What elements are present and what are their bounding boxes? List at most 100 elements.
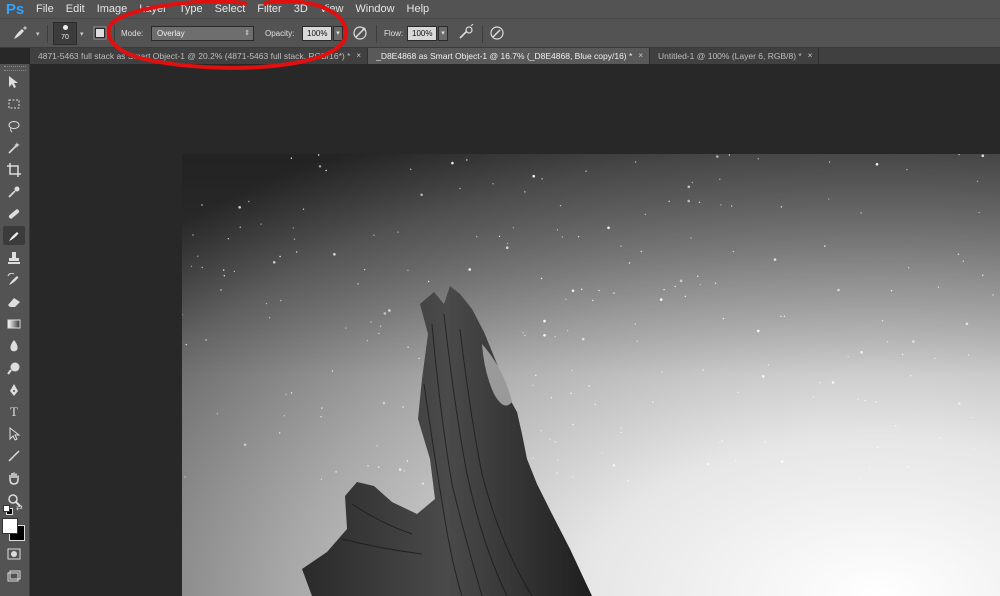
flow-field[interactable]: 100% [407, 26, 437, 41]
menu-window[interactable]: Window [349, 0, 400, 18]
tool-preset-chevron-icon[interactable]: ▾ [36, 26, 40, 44]
star [407, 269, 409, 272]
canvas-area[interactable] [30, 64, 1000, 596]
airbrush-icon[interactable] [456, 23, 476, 43]
star [886, 341, 889, 343]
type-tool-icon[interactable]: T [3, 402, 25, 421]
document-tab[interactable]: Untitled-1 @ 100% (Layer 6, RGB/8) * × [649, 48, 820, 64]
history-brush-icon[interactable] [3, 270, 25, 289]
line-tool-icon[interactable] [3, 446, 25, 465]
screen-mode-icon[interactable] [3, 567, 25, 586]
menu-view[interactable]: View [314, 0, 350, 18]
star [378, 332, 380, 335]
close-icon[interactable]: × [808, 48, 813, 64]
menu-select[interactable]: Select [209, 0, 252, 18]
star [728, 154, 731, 156]
blur-tool-icon[interactable] [3, 336, 25, 355]
default-colors-icon[interactable] [3, 505, 13, 515]
path-selection-icon[interactable] [3, 424, 25, 443]
star [767, 364, 770, 366]
menu-layer[interactable]: Layer [133, 0, 173, 18]
gradient-tool-icon[interactable] [3, 314, 25, 333]
flow-slider-chevron-icon[interactable]: ▾ [438, 26, 448, 41]
star [233, 270, 236, 273]
document-tab[interactable]: 4871-5463 full stack as Smart Object-1 @… [30, 48, 369, 64]
star [571, 369, 573, 372]
menu-3d[interactable]: 3D [288, 0, 314, 18]
swap-colors-icon[interactable]: ⇄ [16, 503, 23, 512]
star [909, 375, 912, 377]
star [875, 163, 879, 166]
menu-image[interactable]: Image [91, 0, 134, 18]
star [418, 357, 420, 360]
move-tool-icon[interactable] [3, 72, 25, 91]
star [714, 282, 717, 284]
star [828, 161, 831, 163]
star [687, 199, 690, 203]
star [550, 397, 552, 399]
star [939, 437, 941, 439]
panel-grip[interactable] [4, 66, 26, 71]
star [981, 154, 985, 157]
flow-label: Flow: [384, 29, 404, 38]
tab-label: Untitled-1 @ 100% (Layer 6, RGB/8) * [657, 51, 802, 61]
star [721, 440, 723, 442]
star [973, 448, 975, 450]
star [613, 292, 615, 294]
star [366, 339, 369, 342]
close-icon[interactable]: × [638, 48, 643, 64]
document-tab-bar: 4871-5463 full stack as Smart Object-1 @… [30, 48, 1000, 64]
star [780, 206, 783, 208]
menu-type[interactable]: Type [173, 0, 209, 18]
menu-edit[interactable]: Edit [60, 0, 91, 18]
star [901, 353, 904, 356]
star [402, 406, 404, 408]
magic-wand-icon[interactable] [3, 138, 25, 157]
menu-help[interactable]: Help [401, 0, 436, 18]
star [522, 332, 524, 334]
document-tab-active[interactable]: _D8E4868 as Smart Object-1 @ 16.7% (_D8E… [368, 48, 650, 64]
pressure-opacity-icon[interactable] [350, 23, 370, 43]
star [732, 250, 735, 253]
star [731, 205, 733, 207]
document-canvas[interactable] [182, 154, 1000, 596]
opacity-field[interactable]: 100% [302, 26, 332, 41]
star [577, 236, 580, 238]
lasso-tool-icon[interactable] [3, 116, 25, 135]
brush-panel-toggle-icon[interactable] [90, 23, 110, 43]
menu-filter[interactable]: Filter [251, 0, 287, 18]
pen-tool-icon[interactable] [3, 380, 25, 399]
eraser-icon[interactable] [3, 292, 25, 311]
dodge-tool-icon[interactable] [3, 358, 25, 377]
clone-stamp-icon[interactable] [3, 248, 25, 267]
close-icon[interactable]: × [356, 48, 361, 64]
star [644, 213, 647, 216]
star [565, 298, 567, 301]
star [702, 369, 704, 371]
star [239, 226, 241, 228]
brush-picker-chevron-icon[interactable]: ▾ [80, 26, 84, 44]
marquee-tool-icon[interactable] [3, 94, 25, 113]
star [466, 159, 468, 161]
brush-preset-icon[interactable] [10, 23, 30, 43]
brush-tool-icon[interactable] [3, 226, 25, 245]
opacity-slider-chevron-icon[interactable]: ▾ [333, 26, 343, 41]
star [367, 465, 369, 467]
star [912, 340, 915, 343]
pressure-size-icon[interactable] [487, 23, 507, 43]
menu-file[interactable]: File [30, 0, 60, 18]
mode-select[interactable]: Overlay ⇕ [151, 26, 254, 41]
crop-tool-icon[interactable] [3, 160, 25, 179]
hand-tool-icon[interactable] [3, 468, 25, 487]
brush-size-picker[interactable]: 70 [53, 22, 77, 45]
star [524, 334, 526, 337]
healing-brush-icon[interactable] [3, 204, 25, 223]
mode-value: Overlay [157, 29, 185, 38]
star [201, 204, 203, 206]
star [661, 371, 663, 373]
star [532, 457, 534, 459]
quick-mask-icon[interactable] [3, 544, 25, 563]
eyedropper-icon[interactable] [3, 182, 25, 201]
foreground-color-swatch[interactable] [2, 518, 18, 534]
star [722, 317, 725, 320]
